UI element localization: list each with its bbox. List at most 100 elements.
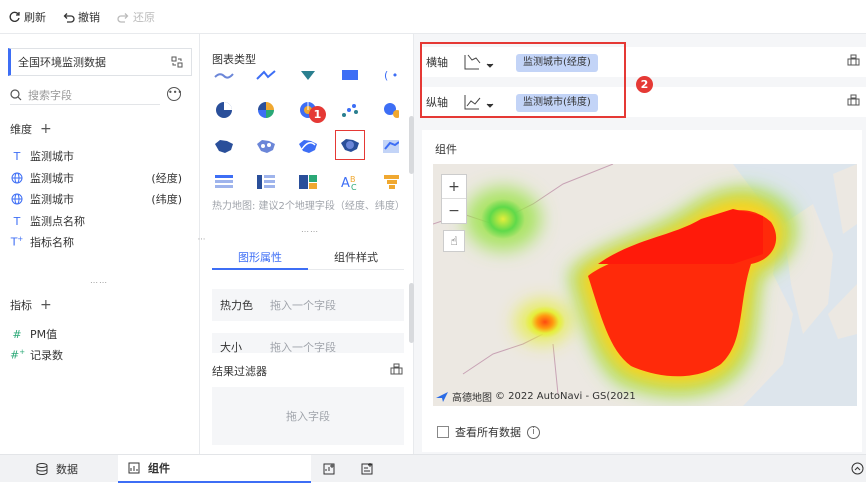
field-label: 监测城市 bbox=[30, 172, 74, 185]
tab-data[interactable]: 数据 bbox=[36, 455, 78, 483]
dimension-field[interactable]: 监测城市 (纬度) bbox=[10, 190, 190, 208]
treemap-icon bbox=[299, 175, 317, 189]
zoom-out-button[interactable]: − bbox=[442, 199, 466, 223]
globe-icon bbox=[11, 193, 23, 205]
chart-type-cross-table[interactable] bbox=[251, 167, 281, 197]
area-chart-icon bbox=[256, 70, 276, 80]
heat-color-slot[interactable]: 热力色 拖入一个字段 bbox=[212, 289, 404, 321]
measure-field[interactable]: # PM值 bbox=[10, 325, 190, 343]
add-dashboard-icon[interactable] bbox=[361, 462, 374, 475]
field-label: 监测城市 bbox=[30, 150, 74, 163]
cross-table-icon bbox=[257, 175, 275, 189]
prop-placeholder: 拖入一个字段 bbox=[270, 299, 336, 312]
zoom-in-button[interactable]: + bbox=[442, 175, 466, 199]
tab-widget-label: 组件 bbox=[148, 462, 170, 475]
dataset-name: 全国环境监测数据 bbox=[18, 56, 106, 69]
line-chart-icon bbox=[214, 73, 234, 79]
dimension-field[interactable]: T+ 指标名称 bbox=[10, 233, 190, 251]
data-panel: 全国环境监测数据 搜索字段 ••• 维度 + T 监测城市 监测城市 (经度) … bbox=[0, 34, 200, 454]
bottom-tab-bar: 数据 组件 bbox=[0, 454, 866, 483]
add-widget-icon[interactable] bbox=[323, 462, 336, 475]
tab-graphic-properties[interactable]: 图形属性 bbox=[238, 249, 282, 265]
redo-button[interactable]: 还原 bbox=[117, 9, 155, 25]
chart-type-funnel[interactable] bbox=[377, 167, 399, 197]
chart-type-bracket[interactable]: ( • ) bbox=[377, 64, 399, 90]
chart-type-line[interactable] bbox=[209, 64, 239, 90]
show-all-checkbox[interactable] bbox=[437, 426, 449, 438]
resize-grip[interactable]: ⋯⋯ bbox=[90, 278, 108, 287]
refresh-label: 刷新 bbox=[24, 11, 46, 24]
map-canvas bbox=[433, 164, 857, 406]
dimension-field[interactable]: T 监测城市 bbox=[10, 147, 190, 165]
show-all-data-toggle[interactable]: 查看所有数据 i bbox=[437, 424, 540, 440]
dimension-field[interactable]: T 监测点名称 bbox=[10, 212, 190, 230]
zoom-control: + − bbox=[441, 174, 467, 224]
switch-dataset-icon[interactable] bbox=[171, 56, 183, 68]
chart-type-line2[interactable] bbox=[251, 64, 281, 90]
scatter-icon bbox=[342, 104, 358, 117]
dataset-selector[interactable]: 全国环境监测数据 bbox=[8, 48, 192, 76]
chart-type-region-map[interactable] bbox=[209, 131, 239, 161]
filter-drop-zone[interactable]: 拖入字段 bbox=[212, 387, 404, 445]
field-label: 监测城市 bbox=[30, 193, 74, 206]
more-options-icon[interactable]: ••• bbox=[167, 87, 182, 101]
refresh-button[interactable]: 刷新 bbox=[8, 9, 46, 25]
tab-widget[interactable]: 组件 bbox=[118, 455, 311, 483]
add-measure-icon[interactable]: + bbox=[40, 297, 52, 313]
chart-type-table[interactable] bbox=[209, 167, 239, 197]
size-slot[interactable]: 大小 拖入一个字段 bbox=[212, 333, 404, 354]
widget-card: 组件 + − ☝ 高德地图 © 2022 AutoNavi - GS(2021 … bbox=[422, 130, 862, 452]
svg-text:( • ): ( • ) bbox=[384, 69, 399, 81]
chart-type-heat-map[interactable] bbox=[335, 130, 365, 160]
chart-type-density-map[interactable] bbox=[377, 131, 399, 161]
chart-type-bubble[interactable] bbox=[377, 95, 399, 125]
chart-type-funnel-top[interactable] bbox=[293, 64, 323, 90]
filter-settings-icon[interactable] bbox=[390, 363, 403, 375]
text-calc-icon: T+ bbox=[10, 235, 24, 249]
prop-placeholder: 拖入一个字段 bbox=[270, 341, 336, 354]
chart-type-point-map[interactable] bbox=[251, 131, 281, 161]
svg-text:A: A bbox=[341, 176, 350, 191]
refresh-icon bbox=[9, 11, 20, 22]
redo-icon bbox=[117, 12, 129, 23]
word-cloud-icon: A BC bbox=[341, 175, 357, 191]
chart-type-scatter[interactable] bbox=[335, 95, 365, 125]
chart-type-treemap[interactable] bbox=[293, 167, 323, 197]
chart-type-pie[interactable] bbox=[209, 95, 239, 125]
shape-icon bbox=[301, 71, 315, 80]
measures-header: 指标 + bbox=[10, 297, 52, 313]
map-attribution: 高德地图 © 2022 AutoNavi - GS(2021 bbox=[435, 389, 636, 404]
field-search[interactable]: 搜索字段 bbox=[10, 85, 160, 105]
flow-map-icon bbox=[299, 140, 317, 153]
chart-type-donut[interactable] bbox=[251, 95, 281, 125]
resize-grip[interactable]: ⋯⋯ bbox=[301, 227, 319, 236]
x-axis-settings-icon[interactable] bbox=[847, 54, 860, 66]
add-dimension-icon[interactable]: + bbox=[40, 121, 52, 137]
toolbar: 刷新 撤销 还原 bbox=[0, 0, 866, 34]
step-badge-1: 1 bbox=[309, 106, 326, 123]
chart-type-card[interactable] bbox=[335, 64, 365, 90]
card-icon bbox=[342, 70, 358, 80]
undo-button[interactable]: 撤销 bbox=[62, 9, 100, 25]
step-badge-2: 2 bbox=[636, 76, 653, 93]
measure-field[interactable]: #+ 记录数 bbox=[10, 346, 190, 364]
field-suffix: (纬度) bbox=[151, 193, 182, 206]
tab-component-style[interactable]: 组件样式 bbox=[334, 249, 378, 265]
heat-map[interactable]: + − ☝ 高德地图 © 2022 AutoNavi - GS(2021 bbox=[433, 164, 857, 406]
prop-label: 热力色 bbox=[220, 299, 253, 312]
tab-data-label: 数据 bbox=[56, 463, 78, 476]
amap-logo-icon bbox=[436, 391, 448, 402]
chart-type-flow-map[interactable] bbox=[293, 131, 323, 161]
collapse-up-icon[interactable] bbox=[851, 462, 864, 475]
info-icon[interactable]: i bbox=[527, 425, 540, 439]
dimension-field[interactable]: 监测城市 (经度) bbox=[10, 169, 190, 187]
dimensions-label: 维度 bbox=[10, 123, 32, 136]
result-filter-title: 结果过滤器 bbox=[212, 365, 267, 378]
field-label: 记录数 bbox=[30, 349, 63, 362]
funnel-icon bbox=[384, 175, 399, 189]
pan-hand-icon[interactable]: ☝ bbox=[443, 230, 465, 252]
bracket-icon: ( • ) bbox=[384, 69, 399, 81]
table-icon bbox=[215, 175, 233, 188]
y-axis-settings-icon[interactable] bbox=[847, 94, 860, 106]
chart-type-word-cloud[interactable]: ABC bbox=[335, 167, 365, 197]
